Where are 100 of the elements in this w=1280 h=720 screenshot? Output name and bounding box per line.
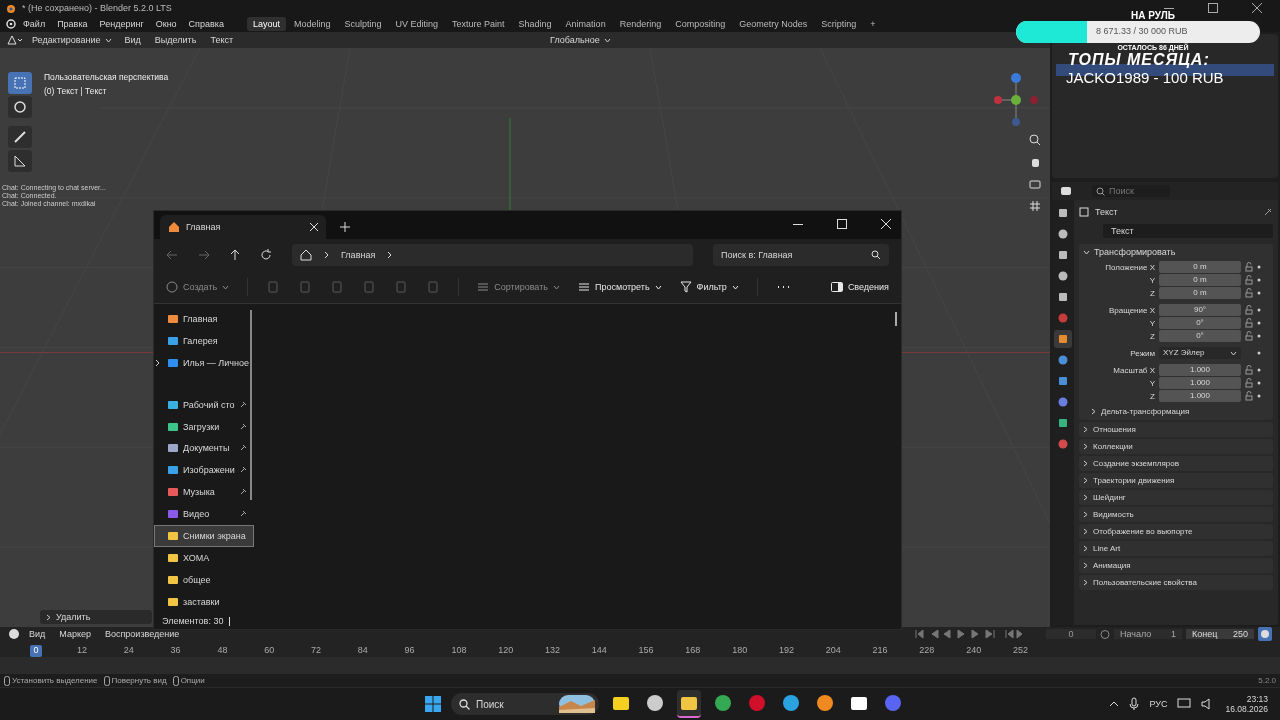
nav-item[interactable]: Галерея: [154, 329, 254, 352]
nav-item[interactable]: Загрузки: [154, 415, 254, 438]
close-icon[interactable]: [1252, 2, 1262, 13]
object-name-field[interactable]: Текст: [1103, 224, 1273, 238]
microphone-icon[interactable]: [1129, 697, 1140, 711]
panel-header[interactable]: Анимация: [1079, 558, 1273, 573]
lock-icon[interactable]: [1245, 275, 1253, 285]
search-field[interactable]: Поиск в: Главная: [713, 244, 889, 266]
menu-item[interactable]: Вид: [119, 34, 146, 46]
playhead[interactable]: 0: [30, 645, 42, 657]
subpanel-header[interactable]: Дельта-трансформация: [1079, 402, 1273, 416]
playback-controls-icon[interactable]: [914, 629, 1024, 639]
number-field[interactable]: 0 m: [1159, 261, 1241, 273]
editor-type-icon[interactable]: [1060, 185, 1072, 197]
keyframe-dot-icon[interactable]: [1257, 308, 1261, 312]
orientation-dropdown[interactable]: Глобальное: [546, 34, 615, 46]
workspace-tab[interactable]: UV Editing: [389, 16, 445, 31]
workspace-tab[interactable]: Shading: [512, 16, 558, 31]
chevron-right-icon[interactable]: [387, 251, 393, 259]
explorer-tab[interactable]: Главная: [160, 215, 326, 239]
breadcrumb[interactable]: Главная: [341, 250, 376, 260]
number-field[interactable]: 90°: [1159, 304, 1241, 316]
workspace-tab[interactable]: Compositing: [669, 16, 732, 31]
network-icon[interactable]: [1177, 698, 1192, 710]
keyframe-dot-icon[interactable]: [1257, 368, 1261, 372]
panel-header[interactable]: Траектории движения: [1079, 473, 1273, 488]
keyframe-dot-icon[interactable]: [1257, 278, 1261, 282]
mode-dropdown[interactable]: XYZ Эйлер: [1159, 347, 1241, 359]
up-icon[interactable]: [230, 249, 240, 261]
keyframe-dot-icon[interactable]: [1257, 265, 1261, 269]
workspace-tab[interactable]: Texture Paint: [446, 16, 511, 31]
keyframe-dot-icon[interactable]: [1257, 334, 1261, 338]
start-frame-field[interactable]: Начало 1: [1114, 629, 1182, 639]
keyframe-dot-icon[interactable]: [1257, 321, 1261, 325]
workspace-tab[interactable]: Modeling: [287, 16, 337, 31]
property-tab-icon[interactable]: [1054, 330, 1072, 348]
number-field[interactable]: 1.000: [1159, 364, 1241, 376]
number-field[interactable]: 1.000: [1159, 390, 1241, 402]
keyframe-dot-icon[interactable]: [1257, 394, 1261, 398]
navigation-gizmo-icon[interactable]: [994, 72, 1038, 128]
number-field[interactable]: 0°: [1159, 317, 1241, 329]
lock-icon[interactable]: [1245, 305, 1253, 315]
add-workspace-button[interactable]: +: [864, 16, 882, 31]
menu-item[interactable]: Справка: [183, 17, 229, 30]
workspace-tab[interactable]: Animation: [559, 16, 612, 31]
refresh-icon[interactable]: [260, 249, 272, 261]
menu-item[interactable]: Маркер: [54, 628, 96, 640]
menu-item[interactable]: Воспроизведение: [99, 628, 185, 640]
grid-icon[interactable]: [1029, 200, 1041, 212]
clock-date[interactable]: 16.08.2026: [1225, 704, 1268, 714]
panel-header[interactable]: Пользовательские свойства: [1079, 575, 1273, 590]
panel-header[interactable]: Коллекции: [1079, 439, 1273, 454]
workspace-tab[interactable]: Sculpting: [338, 16, 388, 31]
editor-type-icon[interactable]: [6, 34, 24, 46]
menu-item[interactable]: Выделить: [149, 34, 202, 46]
clock-time[interactable]: 23:13: [1246, 694, 1268, 704]
nav-item[interactable]: Снимки экрана: [154, 525, 254, 548]
keyframe-dot-icon[interactable]: [1257, 291, 1261, 295]
zoom-icon[interactable]: [1029, 134, 1041, 146]
number-field[interactable]: 0°: [1159, 330, 1241, 342]
forward-icon[interactable]: [198, 250, 210, 260]
keyframe-dot-icon[interactable]: [1257, 381, 1261, 385]
new-tab-icon[interactable]: [340, 222, 350, 232]
lock-icon[interactable]: [1245, 365, 1253, 375]
nav-item[interactable]: Илья — Личное: [154, 351, 254, 374]
panel-header[interactable]: Отображение во вьюпорте: [1079, 524, 1273, 539]
nav-item[interactable]: Документы: [154, 437, 254, 460]
panel-header[interactable]: Шейдинг: [1079, 490, 1273, 505]
nav-item[interactable]: Видео: [154, 503, 254, 526]
taskbar-app-button[interactable]: [677, 690, 701, 718]
panel-header[interactable]: Видимость: [1079, 507, 1273, 522]
panel-header[interactable]: Трансформировать: [1079, 244, 1273, 260]
menu-item[interactable]: Рендеринг: [94, 17, 149, 30]
back-icon[interactable]: [166, 250, 178, 260]
number-field[interactable]: 1.000: [1159, 377, 1241, 389]
language-indicator[interactable]: РУС: [1149, 699, 1168, 709]
menu-item[interactable]: Окно: [150, 17, 182, 30]
keyframe-dot-icon[interactable]: [1257, 351, 1261, 355]
pin-icon[interactable]: [1263, 207, 1273, 217]
menu-item[interactable]: Вид: [24, 628, 51, 640]
lock-icon[interactable]: [1245, 262, 1253, 272]
nav-item[interactable]: ХОМА: [154, 547, 254, 570]
lock-icon[interactable]: [1245, 331, 1253, 341]
keying-icon[interactable]: [1258, 627, 1272, 641]
panel-header[interactable]: Line Art: [1079, 541, 1273, 556]
clock-icon[interactable]: [8, 628, 20, 640]
chevron-up-icon[interactable]: [1109, 701, 1120, 707]
lock-icon[interactable]: [1245, 378, 1253, 388]
last-operation-panel[interactable]: Удалить: [40, 610, 152, 624]
nav-item[interactable]: Рабочий сто: [154, 393, 254, 416]
menu-item[interactable]: Текст: [205, 34, 239, 46]
command-button[interactable]: Просмотреть: [578, 281, 662, 293]
lock-icon[interactable]: [1245, 318, 1253, 328]
workspace-tab[interactable]: Rendering: [613, 16, 668, 31]
nav-item[interactable]: Главная: [154, 308, 254, 330]
number-field[interactable]: 0 m: [1159, 287, 1241, 299]
nav-item[interactable]: Изображени: [154, 459, 254, 482]
details-button[interactable]: Сведения: [830, 282, 889, 292]
stopwatch-icon[interactable]: [1100, 629, 1110, 639]
workspace-tab[interactable]: Geometry Nodes: [733, 16, 814, 31]
